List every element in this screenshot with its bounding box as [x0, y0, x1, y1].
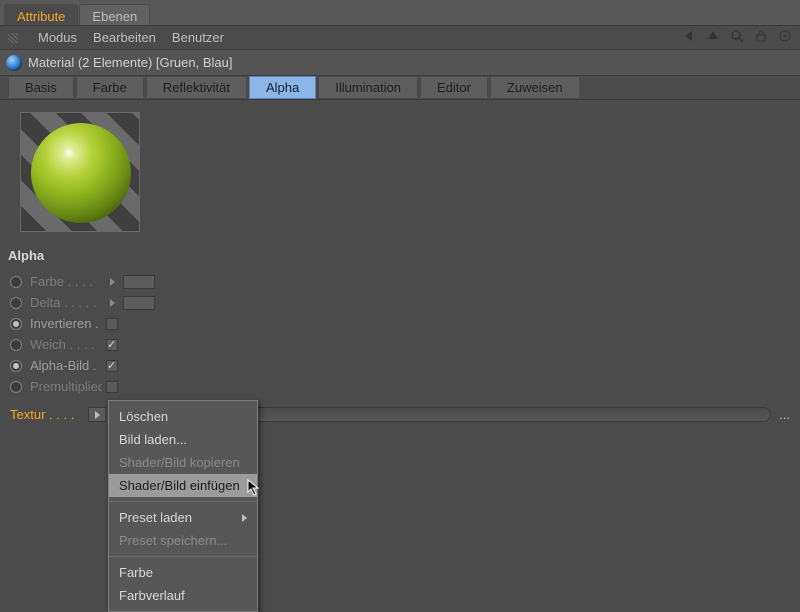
- preview-area: [0, 100, 800, 244]
- param-label: Farbe: [30, 274, 64, 289]
- panel-tabs: Attribute Ebenen: [0, 0, 800, 26]
- param-weich: Weich . . . .: [10, 334, 792, 355]
- menu-bearbeiten[interactable]: Bearbeiten: [93, 30, 156, 45]
- menu-item-farbverlauf[interactable]: Farbverlauf: [109, 584, 257, 607]
- menu-item-farbe[interactable]: Farbe: [109, 561, 257, 584]
- checkbox[interactable]: [106, 318, 118, 330]
- animkey-icon[interactable]: [10, 339, 22, 351]
- animkey-icon[interactable]: [10, 318, 22, 330]
- menu-item-bild-laden[interactable]: Bild laden...: [109, 428, 257, 451]
- textur-menu-button[interactable]: [88, 407, 106, 422]
- animkey-icon[interactable]: [10, 297, 22, 309]
- param-label: Invertieren: [30, 316, 91, 331]
- param-label: Premultiplied: [30, 379, 102, 394]
- chevron-right-icon: [242, 514, 247, 522]
- tab-farbe[interactable]: Farbe: [76, 76, 144, 99]
- param-farbe: Farbe . . . .: [10, 271, 792, 292]
- chevron-right-icon[interactable]: [110, 299, 115, 307]
- param-alphabild: Alpha-Bild .: [10, 355, 792, 376]
- color-swatch[interactable]: [123, 296, 155, 310]
- animkey-icon[interactable]: [10, 360, 22, 372]
- tab-zuweisen[interactable]: Zuweisen: [490, 76, 580, 99]
- nav-back-icon[interactable]: [682, 29, 696, 46]
- tab-basis[interactable]: Basis: [8, 76, 74, 99]
- menu-modus[interactable]: Modus: [38, 30, 77, 45]
- menu-bar: Modus Bearbeiten Benutzer: [0, 26, 800, 50]
- browse-button[interactable]: ...: [777, 407, 792, 422]
- param-label: Weich: [30, 337, 66, 352]
- chevron-right-icon[interactable]: [110, 278, 115, 286]
- object-title: Material (2 Elemente) [Gruen, Blau]: [28, 55, 232, 70]
- menu-item-preset-laden[interactable]: Preset laden: [109, 506, 257, 529]
- menu-benutzer[interactable]: Benutzer: [172, 30, 224, 45]
- param-premultiplied: Premultiplied: [10, 376, 792, 397]
- param-list: Farbe . . . . Delta . . . . . Invertiere…: [0, 267, 800, 401]
- menu-item-shader-einfuegen[interactable]: Shader/Bild einfügen: [109, 474, 257, 497]
- target-icon[interactable]: [778, 29, 792, 46]
- tab-editor[interactable]: Editor: [420, 76, 488, 99]
- object-title-row: Material (2 Elemente) [Gruen, Blau]: [0, 50, 800, 76]
- param-invertieren: Invertieren .: [10, 313, 792, 334]
- grip-icon[interactable]: [8, 33, 18, 43]
- nav-up-icon[interactable]: [706, 29, 720, 46]
- section-heading: Alpha: [0, 244, 800, 267]
- textur-label: Textur: [10, 407, 45, 422]
- tab-reflektivitaet[interactable]: Reflektivität: [146, 76, 247, 99]
- material-sphere-icon: [6, 55, 22, 71]
- checkbox[interactable]: [106, 381, 118, 393]
- checkbox[interactable]: [106, 360, 118, 372]
- menu-item-preset-speichern: Preset speichern...: [109, 529, 257, 552]
- tab-illumination[interactable]: Illumination: [318, 76, 418, 99]
- animkey-icon[interactable]: [10, 381, 22, 393]
- lock-icon[interactable]: [754, 29, 768, 46]
- menu-item-shader-kopieren: Shader/Bild kopieren: [109, 451, 257, 474]
- textur-popup-menu: Löschen Bild laden... Shader/Bild kopier…: [108, 400, 258, 612]
- tab-layers[interactable]: Ebenen: [79, 4, 150, 25]
- param-label: Delta: [30, 295, 60, 310]
- tab-alpha[interactable]: Alpha: [249, 76, 316, 99]
- material-preview[interactable]: [20, 112, 140, 232]
- property-tabs: Basis Farbe Reflektivität Alpha Illumina…: [0, 76, 800, 100]
- search-icon[interactable]: [730, 29, 744, 46]
- param-delta: Delta . . . . .: [10, 292, 792, 313]
- color-swatch[interactable]: [123, 275, 155, 289]
- param-label: Alpha-Bild: [30, 358, 89, 373]
- chevron-right-icon: [95, 411, 100, 419]
- tab-attribute[interactable]: Attribute: [4, 4, 78, 25]
- checkbox[interactable]: [106, 339, 118, 351]
- menu-item-loeschen[interactable]: Löschen: [109, 405, 257, 428]
- animkey-icon[interactable]: [10, 276, 22, 288]
- menu-separator: [109, 556, 257, 557]
- preview-sphere: [31, 123, 131, 223]
- menu-separator: [109, 501, 257, 502]
